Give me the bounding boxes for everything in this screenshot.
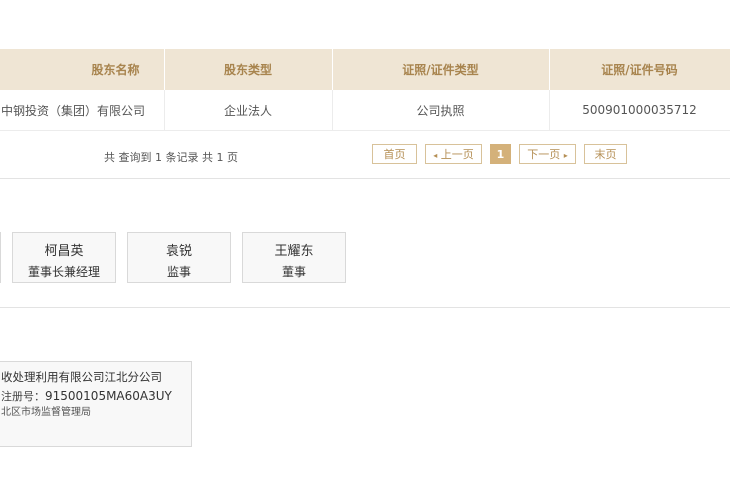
person-name: 王耀东 bbox=[274, 244, 314, 259]
chevron-right-icon: ▸ bbox=[563, 151, 568, 160]
next-page-button[interactable]: 下一页 ▸ bbox=[519, 144, 576, 164]
table-header-row: 股东名称 股东类型 证照/证件类型 证照/证件号码 bbox=[0, 49, 730, 90]
column-header-name: 股东名称 bbox=[0, 49, 165, 90]
key-personnel-section: 柯昌英 董事长兼经理 袁锐 监事 王耀东 董事 bbox=[0, 179, 730, 308]
license-type-cell: 公司执照 bbox=[332, 90, 550, 131]
chevron-left-icon: ◂ bbox=[433, 151, 438, 160]
person-name: 袁锐 bbox=[165, 244, 192, 259]
current-page-button[interactable]: 1 bbox=[490, 144, 511, 164]
branch-reg-number: 91500105MA60A3UY bbox=[45, 389, 172, 403]
person-card[interactable]: 袁锐 监事 bbox=[127, 232, 231, 283]
table-row: 中钢投资（集团）有限公司 企业法人 公司执照 500901000035712 bbox=[0, 90, 730, 131]
person-role: 董事 bbox=[281, 265, 306, 279]
person-card[interactable]: 柯昌英 董事长兼经理 bbox=[12, 232, 116, 283]
person-name: 柯昌英 bbox=[44, 244, 84, 259]
column-header-license-type: 证照/证件类型 bbox=[332, 49, 550, 90]
column-header-type: 股东类型 bbox=[164, 49, 333, 90]
next-page-label: 下一页 bbox=[527, 148, 561, 161]
pagination-summary: 共 查询到 1 条记录 共 1 页 bbox=[104, 151, 238, 164]
branch-name: 收处理利用有限公司江北分公司 bbox=[1, 370, 162, 384]
branch-authority: 北区市场监督管理局 bbox=[1, 407, 91, 418]
shareholder-type-cell: 企业法人 bbox=[164, 90, 333, 131]
branch-card[interactable]: 收处理利用有限公司江北分公司 注册号：91500105MA60A3UY 北区市场… bbox=[0, 361, 192, 447]
person-role: 监事 bbox=[166, 265, 191, 279]
license-number-cell: 500901000035712 bbox=[549, 90, 730, 131]
person-role: 董事长兼经理 bbox=[27, 265, 100, 279]
shareholder-section: 股东名称 股东类型 证照/证件类型 证照/证件号码 中钢投资（集团）有限公司 企… bbox=[0, 36, 730, 179]
prev-page-button[interactable]: ◂ 上一页 bbox=[425, 144, 482, 164]
shareholder-table: 股东名称 股东类型 证照/证件类型 证照/证件号码 中钢投资（集团）有限公司 企… bbox=[0, 49, 730, 131]
first-page-button[interactable]: 首页 bbox=[372, 144, 417, 164]
shareholder-name-cell: 中钢投资（集团）有限公司 bbox=[0, 90, 165, 131]
branch-registration: 注册号：91500105MA60A3UY bbox=[1, 388, 172, 404]
person-card[interactable]: 王耀东 董事 bbox=[242, 232, 346, 283]
person-card-partial[interactable] bbox=[0, 232, 1, 283]
branch-reg-label: 注册号： bbox=[1, 390, 45, 403]
top-bar bbox=[0, 0, 730, 37]
prev-page-label: 上一页 bbox=[440, 148, 474, 161]
branch-section: 收处理利用有限公司江北分公司 注册号：91500105MA60A3UY 北区市场… bbox=[0, 308, 730, 480]
last-page-button[interactable]: 末页 bbox=[584, 144, 627, 164]
column-header-license-number: 证照/证件号码 bbox=[549, 49, 730, 90]
